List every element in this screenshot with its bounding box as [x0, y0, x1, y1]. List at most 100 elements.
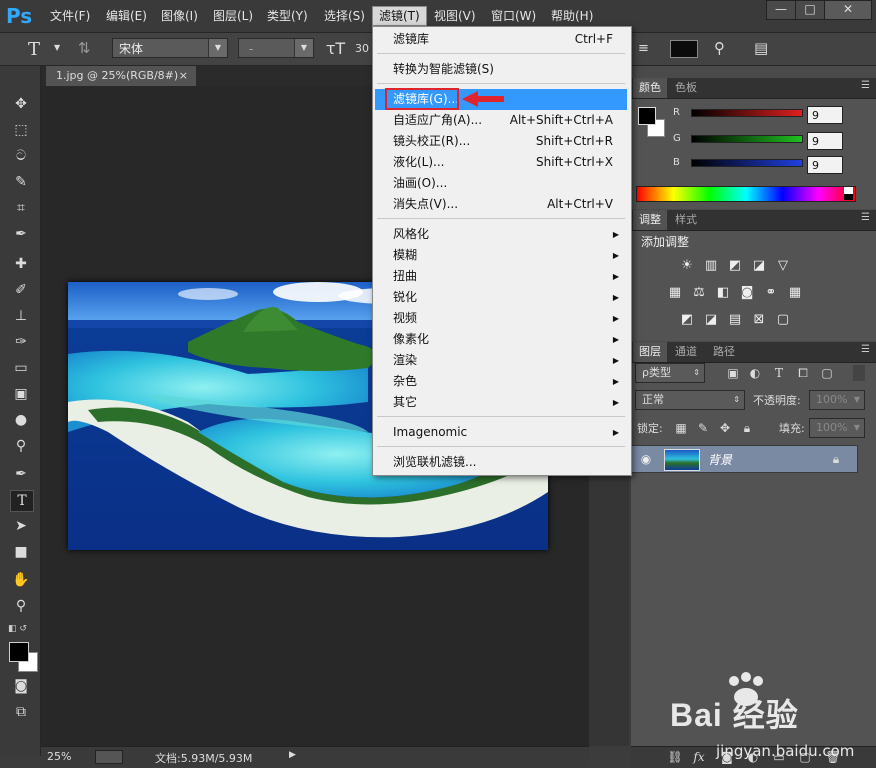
status-menu-arrow-icon[interactable]: ▶ — [289, 750, 296, 760]
menu-select[interactable]: 选择(S) — [318, 7, 371, 25]
channel-r-slider[interactable] — [691, 109, 803, 117]
warp-text-icon[interactable]: ⚲ — [714, 39, 725, 57]
default-colors-icon[interactable]: ◧ ↺ — [8, 624, 27, 634]
chevron-down-icon[interactable]: ▼ — [54, 43, 60, 52]
history-brush-tool-icon[interactable]: ✑ — [10, 332, 32, 352]
channel-r-value[interactable]: 9 — [807, 106, 843, 124]
filter-pixel-icon[interactable]: ▣ — [725, 365, 741, 381]
tab-swatches[interactable]: 色板 — [669, 78, 703, 98]
menu-option-blur[interactable]: 模糊 ▶ — [375, 245, 627, 266]
menu-help[interactable]: 帮助(H) — [545, 7, 599, 25]
type-tool-preset-icon[interactable]: T — [28, 39, 40, 60]
tab-channels[interactable]: 通道 — [669, 342, 703, 362]
blend-mode-select[interactable]: 正常 ⇕ — [635, 390, 745, 410]
lasso-tool-icon[interactable]: ට — [10, 146, 32, 166]
panel-menu-icon[interactable]: ☰ — [861, 344, 870, 355]
menu-option-pixelate[interactable]: 像素化 ▶ — [375, 329, 627, 350]
filter-adjustment-icon[interactable]: ◐ — [747, 365, 763, 381]
selective-color-icon[interactable]: ▢ — [775, 312, 791, 328]
menu-layer[interactable]: 图层(L) — [207, 7, 259, 25]
screen-mode-icon[interactable]: ⧉ — [10, 702, 32, 722]
menu-option-noise[interactable]: 杂色 ▶ — [375, 371, 627, 392]
tab-adjustments[interactable]: 调整 — [633, 210, 667, 230]
visibility-eye-icon[interactable]: ◉ — [638, 451, 654, 467]
filter-smart-object-icon[interactable]: ▢ — [819, 365, 835, 381]
channel-b-value[interactable]: 9 — [807, 156, 843, 174]
tab-layers[interactable]: 图层 — [633, 342, 667, 362]
font-size-value[interactable]: 30 — [355, 42, 369, 55]
color-balance-icon[interactable]: ⚖ — [691, 285, 707, 301]
menu-view[interactable]: 视图(V) — [428, 7, 482, 25]
menu-option-render[interactable]: 渲染 ▶ — [375, 350, 627, 371]
tab-color[interactable]: 颜色 — [633, 78, 667, 98]
color-lookup-icon[interactable]: ▦ — [787, 285, 803, 301]
layer-row-background[interactable]: ◉ 背景 🔒︎ — [631, 445, 858, 473]
align-right-icon[interactable]: ≡ — [638, 41, 649, 56]
healing-brush-tool-icon[interactable]: ✚ — [10, 254, 32, 274]
lock-transparent-icon[interactable]: ▦ — [673, 420, 689, 436]
exposure-icon[interactable]: ◪ — [751, 258, 767, 274]
spectrum-white[interactable] — [844, 187, 853, 194]
tab-paths[interactable]: 路径 — [707, 342, 741, 362]
panel-menu-icon[interactable]: ☰ — [861, 212, 870, 223]
character-panel-icon[interactable]: ▤ — [754, 39, 768, 57]
layer-name[interactable]: 背景 — [708, 451, 732, 468]
filter-type-icon[interactable]: T — [771, 365, 787, 381]
crop-tool-icon[interactable]: ⌗ — [10, 198, 32, 218]
menu-image[interactable]: 图像(I) — [155, 7, 204, 25]
hue-saturation-icon[interactable]: ▦ — [667, 285, 683, 301]
posterize-icon[interactable]: ◪ — [703, 312, 719, 328]
gradient-map-icon[interactable]: ⊠ — [751, 312, 767, 328]
lock-pixels-icon[interactable]: ✎ — [695, 420, 711, 436]
lock-all-icon[interactable]: 🔒︎ — [739, 420, 755, 436]
close-icon[interactable]: × — [179, 66, 188, 86]
menu-file[interactable]: 文件(F) — [44, 7, 96, 25]
quick-mask-icon[interactable]: ◙ — [10, 676, 32, 696]
blur-tool-icon[interactable]: ● — [10, 410, 32, 430]
menu-option-oil-paint[interactable]: 油画(O)... — [375, 173, 627, 194]
zoom-tool-icon[interactable]: ⚲ — [10, 596, 32, 616]
eyedropper-tool-icon[interactable]: ✒ — [10, 224, 32, 244]
invert-icon[interactable]: ◩ — [679, 312, 695, 328]
channel-mixer-icon[interactable]: ⚭ — [763, 285, 779, 301]
menu-option-lens-correction[interactable]: 镜头校正(R)... Shift+Ctrl+R — [375, 131, 627, 152]
photo-filter-icon[interactable]: ◙ — [739, 285, 755, 301]
channel-g-value[interactable]: 9 — [807, 132, 843, 150]
brush-tool-icon[interactable]: ✐ — [10, 280, 32, 300]
color-fg-swatch[interactable] — [638, 107, 656, 125]
channel-b-slider[interactable] — [691, 159, 803, 167]
zoom-level[interactable]: 25% — [47, 750, 71, 763]
gradient-tool-icon[interactable]: ▣ — [10, 384, 32, 404]
layer-filter-kind-select[interactable]: ρ类型 ⇕ — [635, 363, 705, 383]
path-selection-tool-icon[interactable]: ➤ — [10, 516, 32, 536]
threshold-icon[interactable]: ▤ — [727, 312, 743, 328]
dodge-tool-icon[interactable]: ⚲ — [10, 436, 32, 456]
clone-stamp-tool-icon[interactable]: ⊥ — [10, 306, 32, 326]
fill-input[interactable]: 100% ▼ — [809, 418, 865, 438]
vibrance-icon[interactable]: ▽ — [775, 258, 791, 274]
opacity-input[interactable]: 100% ▼ — [809, 390, 865, 410]
hand-tool-icon[interactable]: ✋ — [10, 570, 32, 590]
menu-option-other[interactable]: 其它 ▶ — [375, 392, 627, 413]
menu-option-imagenomic[interactable]: Imagenomic ▶ — [375, 422, 627, 443]
channel-g-slider[interactable] — [691, 135, 803, 143]
marquee-tool-icon[interactable]: ⬚ — [10, 120, 32, 140]
menu-option-liquify[interactable]: 液化(L)... Shift+Ctrl+X — [375, 152, 627, 173]
menu-option-sharpen[interactable]: 锐化 ▶ — [375, 287, 627, 308]
curves-icon[interactable]: ◩ — [727, 258, 743, 274]
text-orientation-icon[interactable]: ⇅ — [78, 39, 91, 57]
menu-option-stylize[interactable]: 风格化 ▶ — [375, 224, 627, 245]
type-tool-icon[interactable]: T — [10, 490, 34, 512]
quick-select-tool-icon[interactable]: ✎ — [10, 172, 32, 192]
panel-menu-icon[interactable]: ☰ — [861, 80, 870, 91]
rectangle-tool-icon[interactable]: ■ — [10, 542, 32, 562]
pen-tool-icon[interactable]: ✒ — [10, 464, 32, 484]
spectrum-black[interactable] — [844, 194, 853, 200]
font-family-select[interactable]: 宋体 ▼ — [112, 38, 228, 58]
color-spectrum-ramp[interactable] — [636, 186, 856, 202]
menu-option-distort[interactable]: 扭曲 ▶ — [375, 266, 627, 287]
menu-option-browse-online-filters[interactable]: 浏览联机滤镜... — [375, 452, 627, 473]
brightness-contrast-icon[interactable]: ☀ — [679, 258, 695, 274]
tab-styles[interactable]: 样式 — [669, 210, 703, 230]
levels-icon[interactable]: ▥ — [703, 258, 719, 274]
